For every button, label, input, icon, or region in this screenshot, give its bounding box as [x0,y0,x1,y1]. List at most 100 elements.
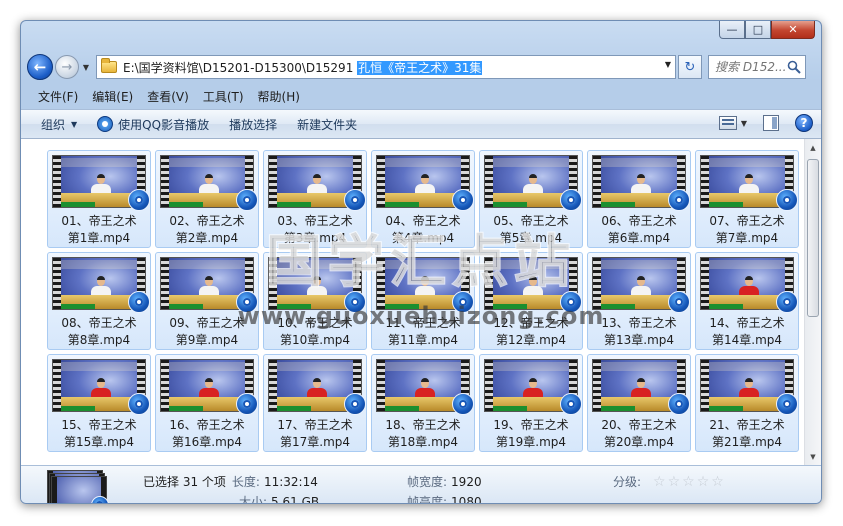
file-name-line-2: 第19章.mp4 [495,435,567,449]
file-tile[interactable]: 06、帝王之术 第6章.mp4 [587,150,691,248]
search-input[interactable] [715,60,785,74]
video-frame [169,360,245,411]
file-tile[interactable]: 09、帝王之术 第9章.mp4 [155,252,259,350]
file-tile[interactable]: 12、帝王之术 第12章.mp4 [479,252,583,350]
play-with-qq-button[interactable]: 使用QQ影音播放 [87,116,219,133]
organize-button[interactable]: 组织 ▼ [31,116,87,133]
help-icon[interactable]: ? [795,114,813,132]
refresh-button[interactable]: ↻ [678,55,702,79]
file-tile[interactable]: 15、帝王之术 第15章.mp4 [47,354,151,452]
file-name-line-2: 第13章.mp4 [603,333,675,347]
file-name-line-1: 14、帝王之术 [709,316,785,330]
video-frame [493,360,569,411]
video-frame [169,258,245,309]
menu-view[interactable]: 查看(V) [140,88,196,105]
back-button[interactable]: ← [27,54,53,80]
file-tile[interactable]: 07、帝王之术 第7章.mp4 [695,150,799,248]
view-dropdown-icon[interactable]: ▼ [741,119,747,128]
file-name: 19、帝王之术 第19章.mp4 [493,417,568,451]
star-icon[interactable]: ☆ [668,472,681,492]
scroll-up-arrow-icon[interactable]: ▲ [805,139,821,156]
refresh-icon: ↻ [684,59,696,75]
star-icon[interactable]: ☆ [711,472,724,492]
arrow-left-icon: ← [33,58,47,76]
file-tile[interactable]: 04、帝王之术 第4章.mp4 [371,150,475,248]
file-tile[interactable]: 03、帝王之术 第3章.mp4 [263,150,367,248]
details-col-2: 帧宽度: 1920 帧高度: 1080 [407,472,482,503]
qq-player-icon [236,189,258,211]
file-name-line-1: 08、帝王之术 [61,316,137,330]
file-tile[interactable]: 14、帝王之术 第14章.mp4 [695,252,799,350]
file-name-line-2: 第14章.mp4 [711,333,783,347]
new-folder-button[interactable]: 新建文件夹 [287,116,367,133]
close-button[interactable]: ✕ [771,21,815,39]
vertical-scrollbar[interactable]: ▲ ▼ [804,139,821,465]
file-tile[interactable]: 16、帝王之术 第16章.mp4 [155,354,259,452]
play-selection-button[interactable]: 播放选择 [219,116,287,133]
scroll-down-arrow-icon[interactable]: ▼ [805,448,821,465]
file-name: 06、帝王之术 第6章.mp4 [601,213,676,247]
file-name: 02、帝王之术 第2章.mp4 [169,213,244,247]
address-path-selected: 孔恒《帝王之术》31集 [357,60,483,75]
file-tile[interactable]: 05、帝王之术 第5章.mp4 [479,150,583,248]
file-tile[interactable]: 20、帝王之术 第20章.mp4 [587,354,691,452]
file-name-line-1: 04、帝王之术 [385,214,461,228]
file-grid: 01、帝王之术 第1章.mp4 02、帝王之术 第2章.mp4 03、帝王之术 第3章.m… [45,149,801,455]
file-name: 07、帝王之术 第7章.mp4 [709,213,784,247]
file-name-line-2: 第5章.mp4 [499,231,563,245]
qq-player-icon [668,393,690,415]
file-tile[interactable]: 01、帝王之术 第1章.mp4 [47,150,151,248]
address-dropdown[interactable]: ▼ [665,60,671,69]
file-tile[interactable]: 17、帝王之术 第17章.mp4 [263,354,367,452]
file-tile[interactable]: 08、帝王之术 第8章.mp4 [47,252,151,350]
menu-file[interactable]: 文件(F) [31,88,85,105]
file-name: 08、帝王之术 第8章.mp4 [61,315,136,349]
search-box[interactable] [708,55,806,79]
qq-player-icon [344,189,366,211]
file-name-line-2: 第6章.mp4 [607,231,671,245]
star-icon[interactable]: ☆ [682,472,695,492]
file-name: 17、帝王之术 第17章.mp4 [277,417,352,451]
search-icon[interactable] [787,60,801,74]
star-icon[interactable]: ☆ [697,472,710,492]
address-bar[interactable]: E:\国学资料馆\D15201-D15300\D15291 孔恒《帝王之术》31… [96,55,676,79]
film-perforation [485,258,493,309]
file-name: 05、帝王之术 第5章.mp4 [493,213,568,247]
details-pane: 已选择 31 个项 长度: 11:32:14 大小: 5.61 GB 帧宽度: … [21,465,821,503]
preview-pane-icon[interactable] [763,115,779,131]
qq-player-icon [776,189,798,211]
file-name-line-1: 01、帝王之术 [61,214,137,228]
forward-button[interactable]: → [55,55,79,79]
film-perforation [161,258,169,309]
menu-help[interactable]: 帮助(H) [251,88,307,105]
change-view-icon[interactable] [718,116,737,130]
file-tile[interactable]: 19、帝王之术 第19章.mp4 [479,354,583,452]
length-key: 长度: [231,475,260,489]
recent-pages-dropdown[interactable]: ▼ [80,63,92,72]
file-tile[interactable]: 11、帝王之术 第11章.mp4 [371,252,475,350]
file-tile[interactable]: 21、帝王之术 第21章.mp4 [695,354,799,452]
maximize-button[interactable]: □ [745,21,771,39]
file-name: 01、帝王之术 第1章.mp4 [61,213,136,247]
file-tile[interactable]: 13、帝王之术 第13章.mp4 [587,252,691,350]
qq-player-icon [236,291,258,313]
address-text[interactable]: E:\国学资料馆\D15201-D15300\D15291 孔恒《帝王之术》31… [123,59,483,76]
qq-player-icon [452,393,474,415]
selection-thumbnail-stack [47,470,113,503]
file-tile[interactable]: 10、帝王之术 第10章.mp4 [263,252,367,350]
file-name-line-2: 第15章.mp4 [63,435,135,449]
file-name: 11、帝王之术 第11章.mp4 [385,315,460,349]
video-frame [709,360,785,411]
rating-key: 分级: [613,475,642,489]
scrollbar-thumb[interactable] [807,159,819,317]
minimize-button[interactable]: — [719,21,745,39]
rating-stars[interactable]: ☆ ☆ ☆ ☆ ☆ [653,472,726,492]
menu-tools[interactable]: 工具(T) [196,88,251,105]
file-tile[interactable]: 18、帝王之术 第18章.mp4 [371,354,475,452]
file-name-line-2: 第8章.mp4 [67,333,131,347]
star-icon[interactable]: ☆ [653,472,666,492]
menu-edit[interactable]: 编辑(E) [85,88,140,105]
frame-width-key: 帧宽度: [407,475,448,489]
file-name-line-2: 第12章.mp4 [495,333,567,347]
file-tile[interactable]: 02、帝王之术 第2章.mp4 [155,150,259,248]
